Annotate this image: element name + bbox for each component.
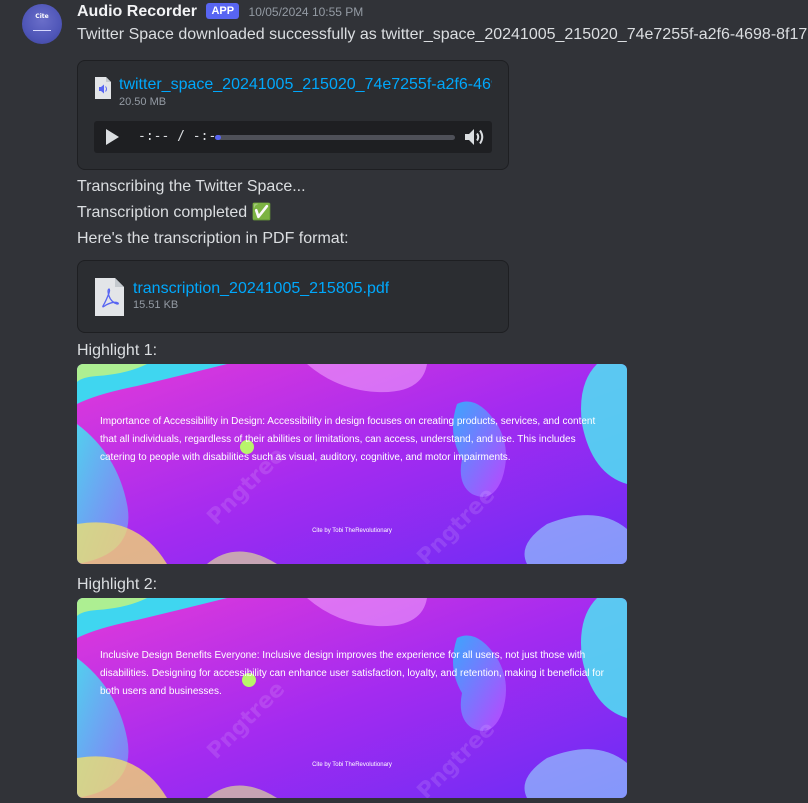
time-display: -:-- / -:-- <box>138 129 225 144</box>
play-icon[interactable] <box>104 128 120 146</box>
highlight-1-label: Highlight 1: <box>77 342 158 359</box>
avatar-text: Cite <box>35 13 49 20</box>
audio-file-link[interactable]: twitter_space_20241005_215020_74e7255f-a… <box>119 76 492 94</box>
author-name[interactable]: Audio Recorder <box>77 3 197 20</box>
chat-message: Cite Audio Recorder APP 10/05/2024 10:55… <box>0 0 808 803</box>
highlight-2-cite: Cite by Tobi TheRevolutionary <box>312 762 392 768</box>
highlight-2-image[interactable]: Pngtree Pngtree Inclusive Design Benefit… <box>77 598 627 798</box>
highlight-1-image[interactable]: Pngtree Pngtree Importance of Accessibil… <box>77 364 627 564</box>
avatar-underline <box>33 30 51 31</box>
pdf-file-icon <box>95 278 124 316</box>
highlight-2-label: Highlight 2: <box>77 576 158 593</box>
app-badge: APP <box>206 3 240 19</box>
pdf-file-size: 15.51 KB <box>133 299 179 311</box>
audio-attachment: twitter_space_20241005_215020_74e7255f-a… <box>77 60 509 170</box>
pdf-intro-message: Here's the transcription in PDF format: <box>77 230 349 247</box>
volume-icon[interactable] <box>464 127 486 147</box>
transcribing-message: Transcribing the Twitter Space... <box>77 178 306 195</box>
completed-message: Transcription completed ✅ <box>77 204 272 221</box>
download-message: Twitter Space downloaded successfully as… <box>77 26 808 43</box>
highlight-1-text: Importance of Accessibility in Design: A… <box>100 416 596 463</box>
avatar[interactable]: Cite <box>22 4 62 44</box>
audio-player: -:-- / -:-- <box>94 121 492 153</box>
highlight-2-text: Inclusive Design Benefits Everyone: Incl… <box>100 650 604 697</box>
pdf-file-link[interactable]: transcription_20241005_215805.pdf <box>133 280 389 298</box>
message-header: Audio Recorder APP 10/05/2024 10:55 PM <box>77 3 363 25</box>
pdf-attachment: transcription_20241005_215805.pdf 15.51 … <box>77 260 509 333</box>
audio-file-size: 20.50 MB <box>119 96 167 108</box>
progress-fill <box>215 135 221 140</box>
progress-bar[interactable] <box>215 135 455 140</box>
audio-file-icon <box>95 77 111 99</box>
message-timestamp: 10/05/2024 10:55 PM <box>248 5 364 19</box>
highlight-1-cite: Cite by Tobi TheRevolutionary <box>312 528 392 534</box>
